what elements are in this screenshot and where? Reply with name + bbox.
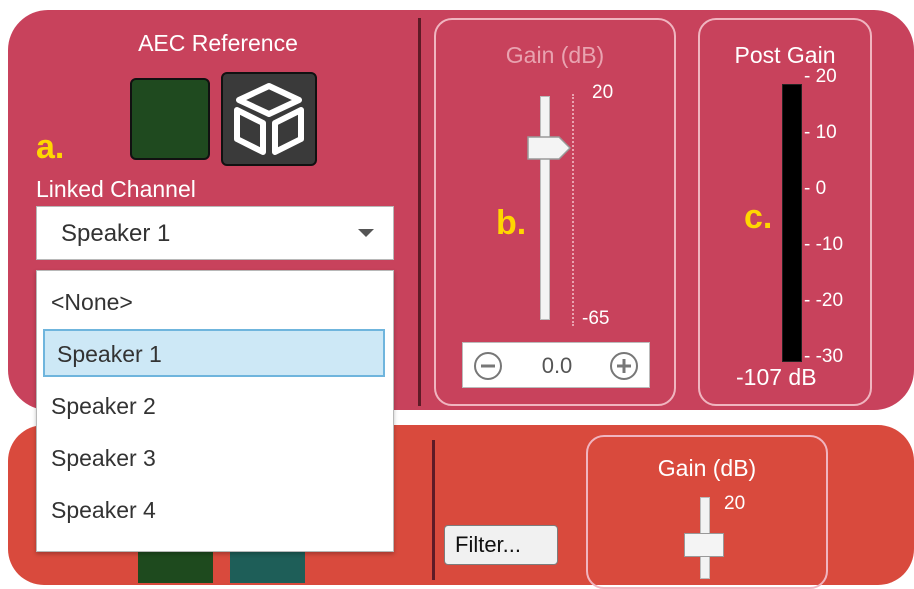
post-gain-box: Post Gain - 20 - 10 - 0 - -10 - -20 - -3… [698,18,872,406]
gain-slider-track[interactable] [540,96,550,320]
dropdown-option-none[interactable]: <None> [51,289,133,316]
callout-c: c. [744,198,773,236]
linked-channel-value: Speaker 1 [61,220,171,247]
linked-channel-label: Linked Channel [36,176,196,202]
gain-title: Gain (dB) [505,42,605,68]
divider [418,18,421,406]
chevron-down-icon [358,229,374,237]
bottom-gain-slider-thumb[interactable] [684,533,724,557]
cube-icon[interactable] [221,72,317,166]
linked-channel-select[interactable]: Speaker 1 [36,206,394,260]
gain-box: Gain (dB) 20 -65 b. 0.0 [434,18,676,406]
gain-scale [572,94,576,326]
linked-channel-dropdown-list: <None> Speaker 1 Speaker 2 Speaker 3 Spe… [36,270,394,552]
post-gain-tick: - 20 [804,66,837,87]
gain-slider-thumb[interactable] [527,136,571,160]
dropdown-option-speaker-3[interactable]: Speaker 3 [51,445,156,472]
dropdown-option-speaker-4[interactable]: Speaker 4 [51,497,156,524]
gain-min-label: -65 [582,308,610,329]
post-gain-tick: - -20 [804,290,844,311]
green-square-icon[interactable] [130,78,210,160]
divider [432,440,435,580]
bottom-gain-max-label: 20 [724,493,746,514]
aec-reference-title: AEC Reference [138,30,298,56]
callout-b: b. [496,204,527,242]
plus-circle-icon[interactable] [609,351,639,381]
gain-max-label: 20 [592,82,614,103]
bottom-gain-title: Gain (dB) [657,455,757,481]
gain-stepper[interactable]: 0.0 [462,342,650,388]
bottom-gain-box: Gain (dB) 20 [586,435,828,589]
dropdown-option-speaker-2[interactable]: Speaker 2 [51,393,156,420]
post-gain-tick: - 0 [804,178,827,199]
callout-a: a. [36,128,65,166]
post-gain-readout: -107 dB [736,364,817,390]
post-gain-meter [782,84,802,362]
dropdown-option-speaker-1[interactable]: Speaker 1 [57,341,162,368]
post-gain-title: Post Gain [734,42,836,68]
post-gain-tick: - -10 [804,234,844,255]
post-gain-tick: - 10 [804,122,837,143]
filter-button[interactable]: Filter... [444,525,558,565]
